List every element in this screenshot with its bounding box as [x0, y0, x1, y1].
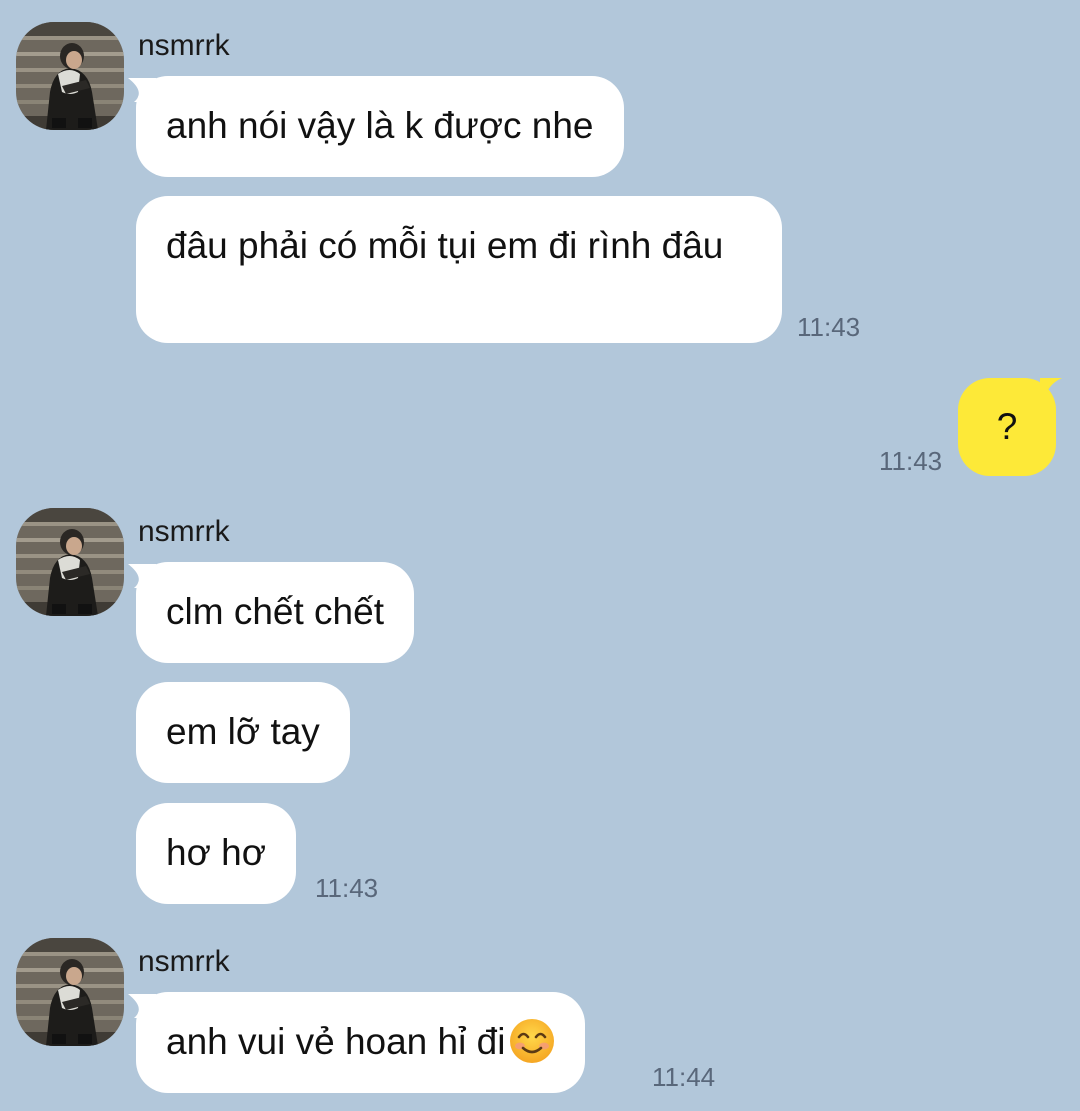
message-text: đâu phải có mỗi tụi em đi rình đâu — [166, 225, 724, 266]
sender-name: nsmrrk — [138, 945, 230, 978]
message-text: hơ hơ — [166, 832, 266, 873]
message-timestamp: 11:43 — [315, 873, 379, 903]
message-bubble[interactable]: em lỡ tay — [136, 682, 350, 783]
message-bubble[interactable]: anh vui vẻ hoan hỉ đi — [136, 992, 586, 1093]
sender-avatar[interactable] — [16, 22, 124, 130]
smiling-face-emoji — [510, 1019, 555, 1064]
message-timestamp: 11:43 — [879, 446, 943, 476]
bubble-tail — [1040, 378, 1062, 400]
message-text: clm chết chết — [166, 591, 384, 632]
message-bubble[interactable]: clm chết chết — [136, 562, 414, 663]
user-photo-avatar — [16, 508, 124, 616]
sender-avatar[interactable] — [16, 508, 124, 616]
message-timestamp: 11:43 — [797, 312, 861, 342]
sender-name: nsmrrk — [138, 515, 230, 548]
message-timestamp: 11:44 — [652, 1062, 716, 1092]
message-bubble[interactable]: anh nói vậy là k được nhe — [136, 76, 624, 177]
user-photo-avatar — [16, 22, 124, 130]
message-text: anh nói vậy là k được nhe — [166, 105, 594, 146]
sender-avatar[interactable] — [16, 938, 124, 1046]
message-bubble[interactable]: đâu phải có mỗi tụi em đi rình đâu — [136, 196, 782, 343]
message-text: ? — [996, 406, 1018, 447]
user-photo-avatar — [16, 938, 124, 1046]
message-text: anh vui vẻ hoan hỉ đi — [166, 1021, 506, 1062]
sender-name: nsmrrk — [138, 29, 230, 62]
message-text: em lỡ tay — [166, 711, 320, 752]
message-bubble[interactable]: hơ hơ — [136, 803, 296, 904]
